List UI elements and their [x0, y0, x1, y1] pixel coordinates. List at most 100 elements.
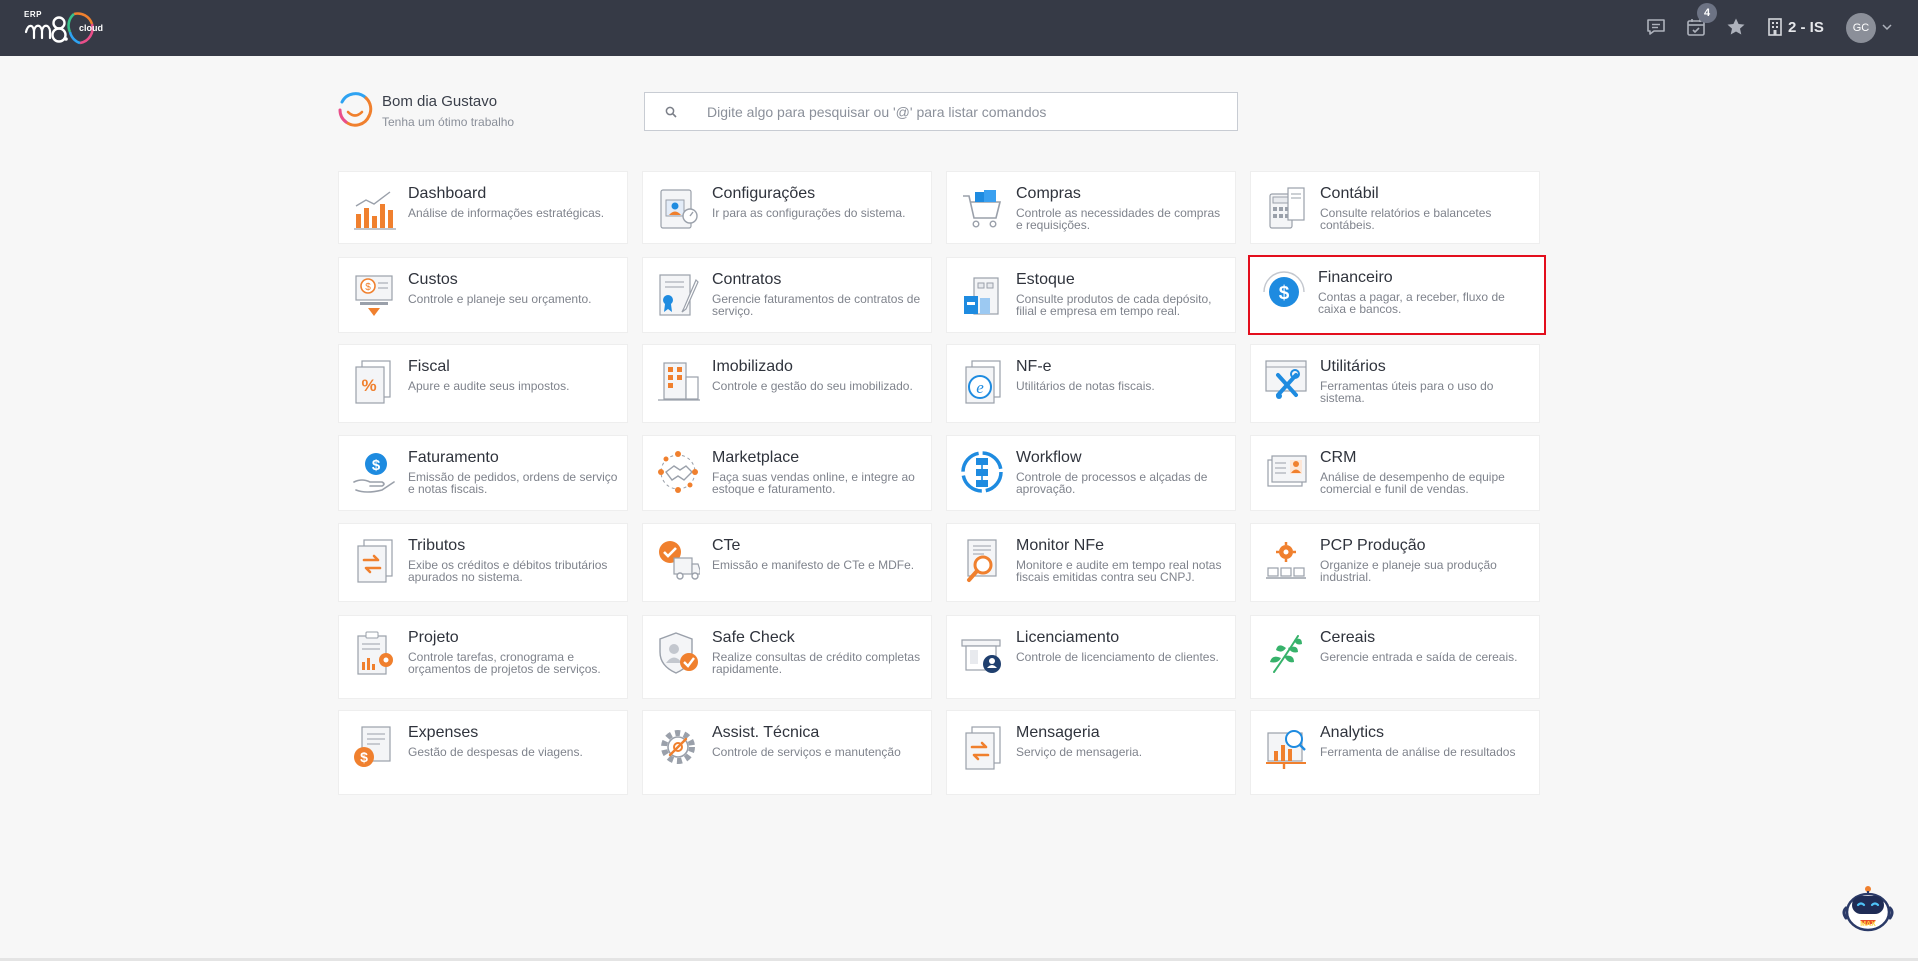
greeting-subtitle: Tenha um ótimo trabalho	[382, 115, 515, 129]
module-card-analytics[interactable]: Analytics Ferramenta de análise de result…	[1250, 710, 1540, 795]
module-title: Financeiro	[1318, 269, 1393, 286]
svg-text:$: $	[1279, 283, 1290, 304]
messaging-icon	[965, 726, 1001, 770]
notification-badge: 4	[1697, 3, 1717, 23]
module-description: Apure e audite seus impostos.	[408, 379, 570, 393]
chat-icon[interactable]	[1643, 14, 1669, 40]
svg-text:$: $	[372, 457, 381, 474]
module-description: Controle as necessidades de compras e re…	[1016, 206, 1221, 232]
module-card-projeto[interactable]: Projeto Controle tarefas, cronograma e or…	[338, 615, 628, 699]
module-title: Imobilizado	[712, 358, 793, 375]
module-description: Serviço de mensageria.	[1016, 745, 1143, 759]
module-description: Ir para as configurações do sistema.	[712, 206, 906, 220]
truck-icon	[659, 541, 700, 580]
production-icon	[1266, 542, 1306, 579]
nfe-icon: e	[965, 360, 1001, 404]
module-card-compras[interactable]: Compras Controle as necessidades de compr…	[946, 171, 1236, 244]
module-card-tributos[interactable]: Tributos Exibe os créditos e débitos trib…	[338, 523, 628, 602]
calculator-icon	[1269, 187, 1305, 229]
module-title: Tributos	[408, 537, 466, 554]
search-input[interactable]	[707, 103, 1227, 120]
project-icon	[357, 631, 393, 675]
module-description: Utilitários de notas fiscais.	[1016, 379, 1155, 393]
app-logo[interactable]: ERP cloud	[22, 6, 114, 50]
module-description: Gerencie entrada e saída de cereais.	[1320, 650, 1518, 664]
building-icon	[658, 362, 700, 401]
analytics-icon	[1266, 730, 1306, 769]
magnifier-document-icon	[967, 539, 997, 582]
module-card-safe-check[interactable]: Safe Check Realize consultas de crédito c…	[642, 615, 932, 699]
module-card-cte[interactable]: CTe Emissão e manifesto de CTe e MDFe.	[642, 523, 932, 602]
user-avatar[interactable]: GC	[1846, 13, 1876, 43]
module-card-crm[interactable]: CRM Análise de desempenho de equipe comer…	[1250, 435, 1540, 511]
module-card-financeiro[interactable]: $ Financeiro Contas a pagar, a receber, fl…	[1248, 255, 1546, 335]
shopping-cart-icon	[963, 190, 1002, 228]
module-card-configuracoes[interactable]: Configurações Ir para as configurações do…	[642, 171, 932, 244]
module-description: Faça suas vendas online, e integre ao es…	[712, 470, 915, 496]
module-description: Realize consultas de crédito completas r…	[712, 650, 921, 676]
module-title: Utilitários	[1320, 358, 1386, 375]
svg-text:e: e	[976, 378, 984, 397]
module-card-pcp-producao[interactable]: PCP Produção Organize e planeje sua produ…	[1250, 523, 1540, 602]
module-card-mensageria[interactable]: Mensageria Serviço de mensageria.	[946, 710, 1236, 795]
module-card-fiscal[interactable]: % Fiscal Apure e audite seus impostos.	[338, 344, 628, 423]
settings-profile-icon	[660, 189, 698, 229]
module-card-faturamento[interactable]: $ Faturamento Emissão de pedidos, ordens d…	[338, 435, 628, 511]
module-description: Ferramenta de análise de resultados	[1320, 745, 1516, 759]
module-card-contratos[interactable]: Contratos Gerencie faturamentos de contra…	[642, 257, 932, 333]
logo-cloud-text: cloud	[79, 23, 103, 33]
top-bar: ERP cloud 4 2 - IS GC	[0, 0, 1918, 56]
module-description: Consulte produtos de cada depósito, fili…	[1016, 292, 1212, 318]
module-description: Contas a pagar, a receber, fluxo de caix…	[1318, 290, 1505, 316]
module-card-utilitarios[interactable]: Utilitários Ferramentas úteis para o uso …	[1250, 344, 1540, 423]
building-icon	[1768, 18, 1782, 36]
module-title: Marketplace	[712, 449, 800, 466]
module-title: CRM	[1320, 449, 1357, 466]
star-icon[interactable]	[1723, 14, 1749, 40]
module-title: Licenciamento	[1016, 629, 1120, 646]
greeting-logo-icon	[338, 92, 373, 127]
module-title: Mensageria	[1016, 724, 1100, 741]
search-icon	[665, 106, 685, 118]
module-description: Gestão de despesas de viagens.	[408, 745, 583, 759]
chevron-down-icon[interactable]	[1882, 20, 1892, 34]
module-description: Ferramentas úteis para o uso do sistema.	[1320, 379, 1494, 405]
module-title: PCP Produção	[1320, 537, 1426, 554]
module-description: Organize e planeje sua produção industri…	[1320, 558, 1497, 584]
module-description: Controle de processos e alçadas de aprov…	[1016, 470, 1208, 496]
module-card-monitor-nfe[interactable]: Monitor NFe Monitore e audite em tempo re…	[946, 523, 1236, 602]
module-title: Dashboard	[408, 185, 487, 202]
module-card-nf-e[interactable]: e NF-e Utilitários de notas fiscais.	[946, 344, 1236, 423]
module-card-dashboard[interactable]: Dashboard Análise de informações estratég…	[338, 171, 628, 244]
contract-icon	[659, 274, 699, 316]
module-title: CTe	[712, 537, 741, 554]
module-title: Faturamento	[408, 449, 499, 466]
module-card-workflow[interactable]: Workflow Controle de processos e alçadas …	[946, 435, 1236, 511]
module-card-imobilizado[interactable]: Imobilizado Controle e gestão do seu imob…	[642, 344, 932, 423]
module-card-custos[interactable]: $ Custos Controle e planeje seu orçamento.	[338, 257, 628, 333]
expenses-icon: $	[354, 726, 391, 767]
tools-icon	[1265, 360, 1307, 399]
module-description: Exibe os créditos e débitos tributários …	[408, 558, 608, 584]
module-card-estoque[interactable]: Estoque Consulte produtos de cada depósit…	[946, 257, 1236, 333]
company-selector[interactable]: 2 - IS	[1768, 16, 1824, 38]
module-description: Emissão e manifesto de CTe e MDFe.	[712, 558, 915, 572]
module-card-cereais[interactable]: Cereais Gerencie entrada e saída de cerea…	[1250, 615, 1540, 699]
module-description: Análise de informações estratégicas.	[408, 206, 605, 220]
module-card-marketplace[interactable]: Marketplace Faça suas vendas online, e in…	[642, 435, 932, 511]
module-card-licenciamento[interactable]: Licenciamento Controle de licenciamento d…	[946, 615, 1236, 699]
robot-assistant-icon[interactable]: MAX	[1840, 882, 1896, 938]
module-description: Emissão de pedidos, ordens de serviço e …	[408, 470, 618, 496]
module-card-expenses[interactable]: $ Expenses Gestão de despesas de viagens.	[338, 710, 628, 795]
percent-document-icon: %	[355, 360, 391, 404]
module-card-assist-tecnica[interactable]: Assist. Técnica Controle de serviços e ma…	[642, 710, 932, 795]
module-title: Custos	[408, 271, 458, 288]
module-title: Safe Check	[712, 629, 795, 646]
module-card-contabil[interactable]: Contábil Consulte relatórios e balancetes…	[1250, 171, 1540, 244]
warehouse-icon	[964, 277, 999, 315]
logo-erp-text: ERP	[24, 10, 42, 19]
module-description: Monitore e audite em tempo real notas fi…	[1016, 558, 1222, 584]
search-box[interactable]	[644, 92, 1238, 131]
module-title: Workflow	[1016, 449, 1082, 466]
module-title: Contratos	[712, 271, 782, 288]
